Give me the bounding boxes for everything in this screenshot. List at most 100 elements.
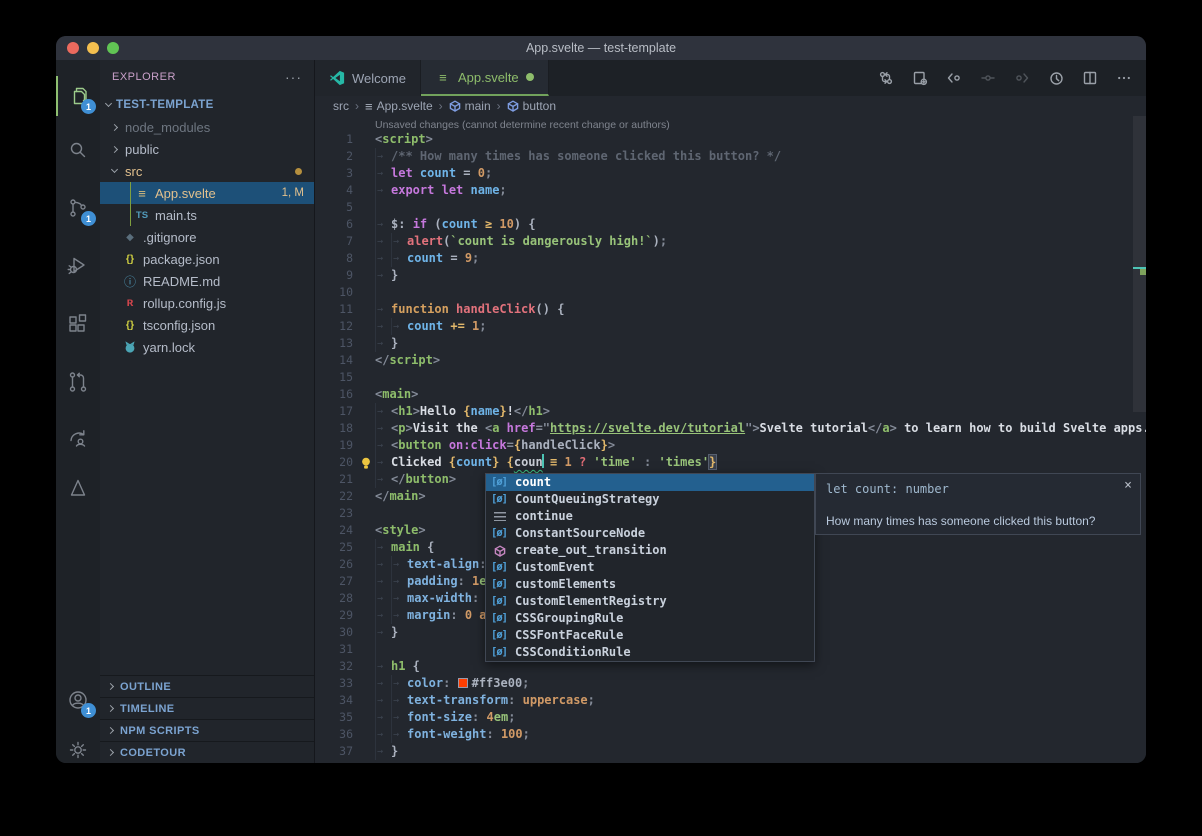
titlebar[interactable]: App.svelte — test-template [56,36,1146,60]
section-timeline[interactable]: TIMELINE [100,697,314,719]
file-.gitignore[interactable]: ◆.gitignore [100,226,314,248]
line-number: 1 [315,131,353,148]
editor-content[interactable]: Unsaved changes (cannot determine recent… [315,116,1146,763]
modified-dot [526,73,534,81]
code-line-7[interactable]: 7alert(`count is dangerously high!`); [315,233,1132,250]
activity-run-debug-icon[interactable] [56,246,100,286]
code-line-19[interactable]: 19<button on:click={handleClick}> [315,437,1132,454]
previous-change-icon[interactable] [942,66,966,90]
close-window-button[interactable] [67,42,79,54]
editor-scrollbar[interactable] [1133,116,1146,412]
activity-extensions-icon[interactable] [56,304,100,344]
suggest-item-create_out_transition[interactable]: create_out_transition [486,542,814,559]
zoom-window-button[interactable] [107,42,119,54]
suggest-item-continue[interactable]: continue [486,508,814,525]
code-line-33[interactable]: 33color: #ff3e00; [315,675,1132,692]
file-history-icon[interactable] [1044,66,1068,90]
section-outline[interactable]: OUTLINE [100,675,314,697]
lightbulb-icon[interactable] [359,456,373,470]
file-rollup.config.js[interactable]: ʀrollup.config.js [100,292,314,314]
suggest-item-CustomEvent[interactable]: [ø]CustomEvent [486,559,814,576]
line-number: 9 [315,267,353,284]
code-line-3[interactable]: 3let count = 0; [315,165,1132,182]
chevron-right-icon [107,727,114,734]
activity-search-icon[interactable] [56,130,100,170]
code-line-14[interactable]: 14</script> [315,352,1132,369]
code-line-37[interactable]: 37} [315,743,1132,760]
code-line-1[interactable]: 1<script> [315,131,1132,148]
activity-explorer-icon[interactable]: 1 [56,76,100,116]
line-number: 29 [315,607,353,624]
activity-source-control-icon[interactable]: 1 [56,188,100,228]
folder-root-test-template[interactable]: TEST-TEMPLATE [100,94,314,116]
more-actions-icon[interactable] [1112,66,1136,90]
suggest-item-count[interactable]: [ø]count [486,474,814,491]
close-icon[interactable]: × [1124,478,1132,493]
vscode-logo-icon [329,70,345,86]
code-line-8[interactable]: 8count = 9; [315,250,1132,267]
code-line-4[interactable]: 4export let name; [315,182,1132,199]
code-line-5[interactable]: 5 [315,199,1132,216]
code-line-17[interactable]: 17<h1>Hello {name}!</h1> [315,403,1132,420]
file-tsconfig.json[interactable]: {}tsconfig.json [100,314,314,336]
suggest-item-CSSConditionRule[interactable]: [ø]CSSConditionRule [486,644,814,661]
line-number: 6 [315,216,353,233]
symbol-cube-icon [507,100,519,112]
folder-node_modules[interactable]: node_modules [100,116,314,138]
line-number: 34 [315,692,353,709]
code-line-16[interactable]: 16<main> [315,386,1132,403]
code-line-34[interactable]: 34text-transform: uppercase; [315,692,1132,709]
suggest-item-ConstantSourceNode[interactable]: [ø]ConstantSourceNode [486,525,814,542]
suggest-item-CountQueuingStrategy[interactable]: [ø]CountQueuingStrategy [486,491,814,508]
activity-account-icon[interactable]: 1 [56,680,100,720]
explorer-more-actions-icon[interactable]: ··· [285,69,302,85]
code-line-2[interactable]: 2/** How many times has someone clicked … [315,148,1132,165]
tab-welcome[interactable]: Welcome [315,60,421,96]
breadcrumb-app-svelte[interactable]: ≡App.svelte [365,99,433,113]
breadcrumb-main[interactable]: main [449,99,491,113]
activity-settings-icon[interactable] [56,730,100,763]
code-line-15[interactable]: 15 [315,369,1132,386]
activity-live-share-icon[interactable] [56,418,100,458]
breadcrumb-src[interactable]: src [333,99,349,113]
folder-src[interactable]: src [100,160,314,182]
line-number: 16 [315,386,353,403]
code-line-9[interactable]: 9} [315,267,1132,284]
line-number: 25 [315,539,353,556]
code-line-20[interactable]: 20Clicked {count} {coun ≡ 1 ? 'time' : '… [315,454,1132,471]
line-number: 23 [315,505,353,522]
folder-public[interactable]: public [100,138,314,160]
code-line-11[interactable]: 11function handleClick() { [315,301,1132,318]
suggest-item-CSSGroupingRule[interactable]: [ø]CSSGroupingRule [486,610,814,627]
suggest-item-CustomElementRegistry[interactable]: [ø]CustomElementRegistry [486,593,814,610]
change-dot-icon[interactable] [976,66,1000,90]
code-line-35[interactable]: 35font-size: 4em; [315,709,1132,726]
code-line-13[interactable]: 13} [315,335,1132,352]
code-line-12[interactable]: 12count += 1; [315,318,1132,335]
open-changes-icon[interactable] [908,66,932,90]
tab-app-svelte[interactable]: ≡App.svelte [421,60,549,96]
split-editor-icon[interactable] [1078,66,1102,90]
codelens-annotation[interactable]: Unsaved changes (cannot determine recent… [375,119,670,131]
next-change-icon[interactable] [1010,66,1034,90]
file-App.svelte[interactable]: ≡App.svelte1, M [100,182,314,204]
activity-github-pr-icon[interactable] [56,362,100,402]
file-main.ts[interactable]: TSmain.ts [100,204,314,226]
file-README.md[interactable]: ⓘREADME.md [100,270,314,292]
code-line-6[interactable]: 6$: if (count ≥ 10) { [315,216,1132,233]
code-line-36[interactable]: 36font-weight: 100; [315,726,1132,743]
code-line-10[interactable]: 10 [315,284,1132,301]
breadcrumb-button[interactable]: button [507,99,556,113]
gitlens-compare-icon[interactable] [874,66,898,90]
badge-count: 1 [81,703,96,718]
indent-guide [130,182,131,204]
activity-azure-icon[interactable] [56,468,100,508]
suggest-item-customElements[interactable]: [ø]customElements [486,576,814,593]
suggest-item-CSSFontFaceRule[interactable]: [ø]CSSFontFaceRule [486,627,814,644]
section-npm-scripts[interactable]: NPM SCRIPTS [100,719,314,741]
code-line-18[interactable]: 18<p>Visit the <a href="https://svelte.d… [315,420,1132,437]
section-codetour[interactable]: CODETOUR [100,741,314,763]
file-package.json[interactable]: {}package.json [100,248,314,270]
minimize-window-button[interactable] [87,42,99,54]
file-yarn.lock[interactable]: yarn.lock [100,336,314,358]
